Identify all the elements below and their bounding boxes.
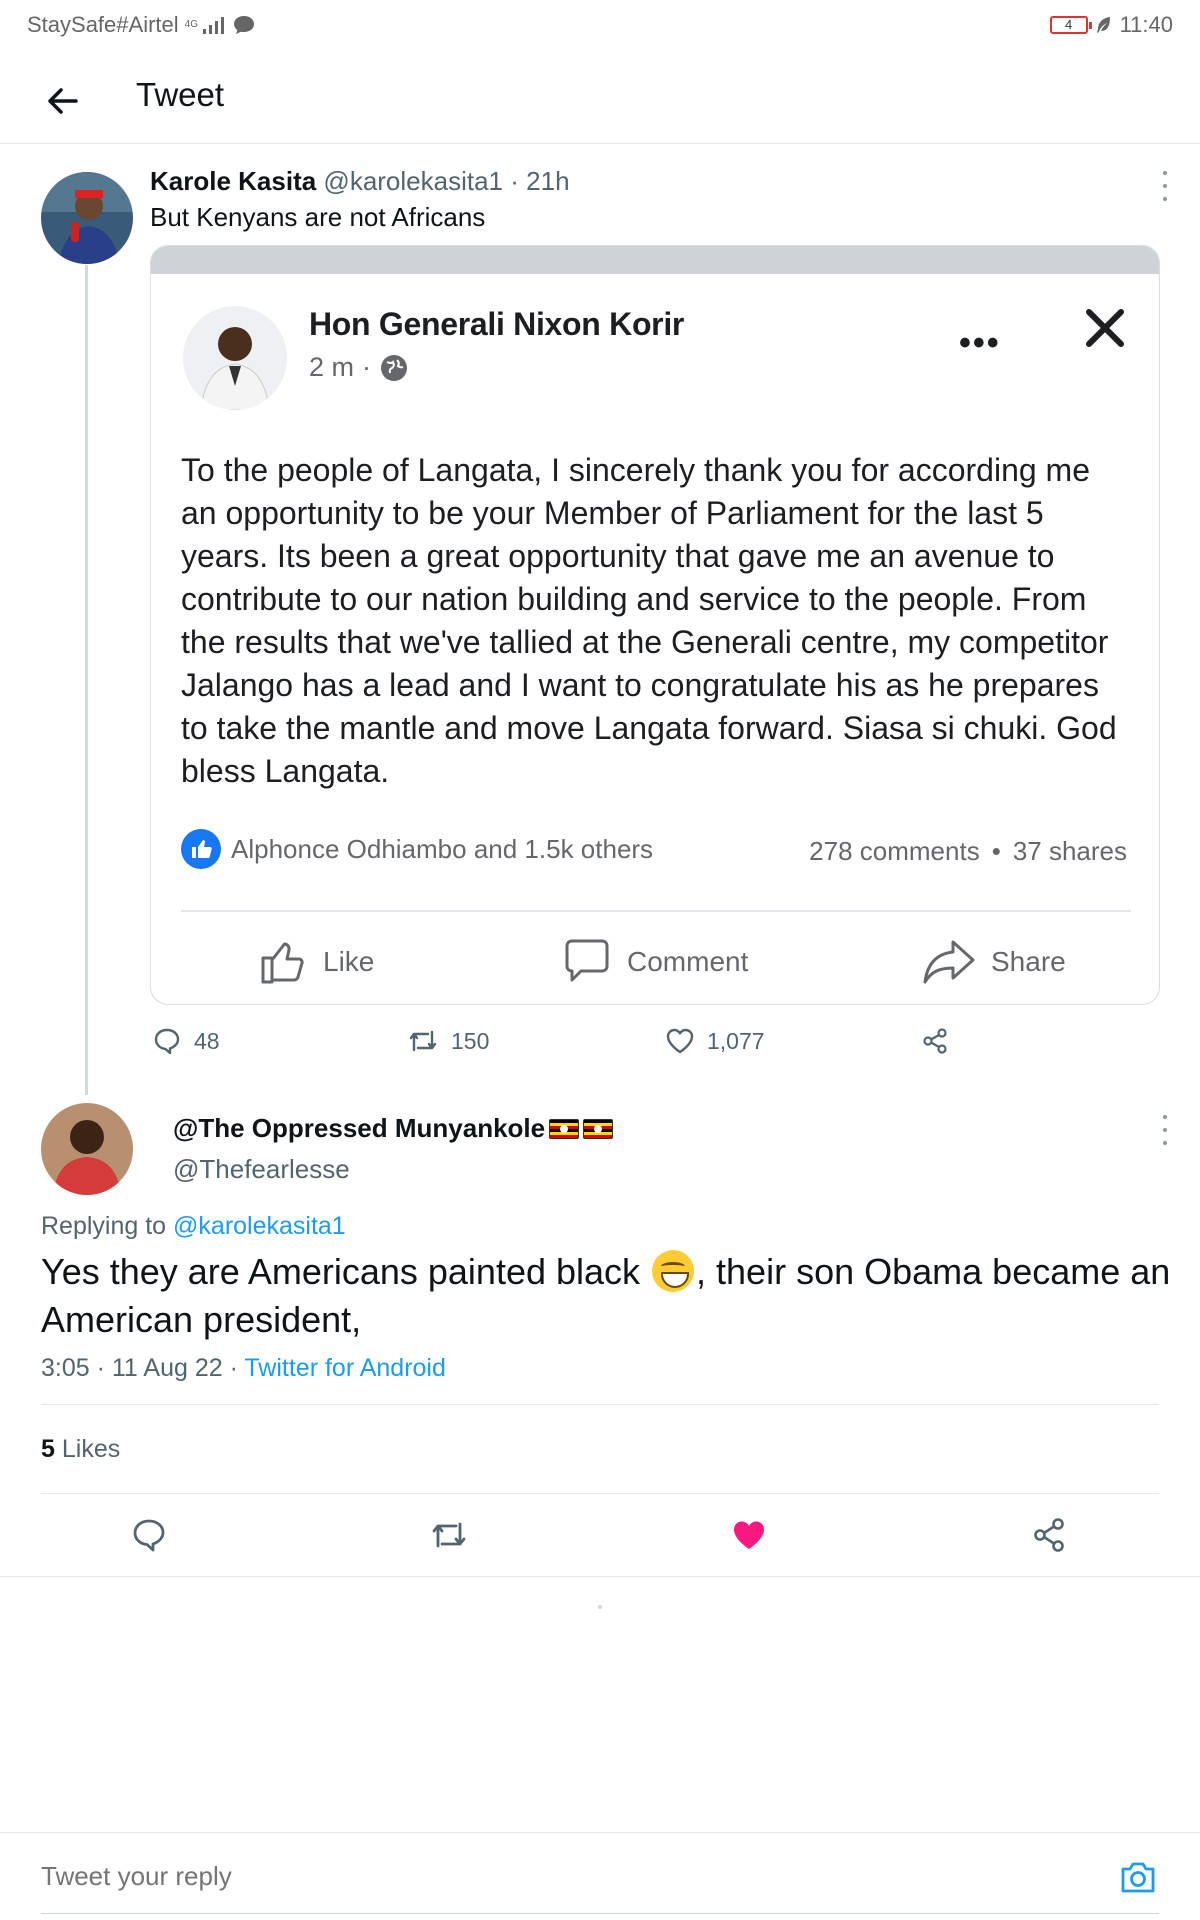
tweet2-source-link[interactable]: Twitter for Android xyxy=(244,1354,445,1382)
page-title: Tweet xyxy=(136,76,225,113)
tweet1-retweet-count: 150 xyxy=(451,1027,490,1054)
share-icon xyxy=(923,1028,947,1054)
tweet1-reply-button[interactable]: 48 xyxy=(152,1026,220,1056)
clock: 11:40 xyxy=(1119,12,1173,37)
replying-to-line: Replying to @karolekasita1 xyxy=(41,1212,346,1241)
tweet1-text: But Kenyans are not Africans xyxy=(150,202,486,232)
fb-comment-action: Comment xyxy=(561,936,748,988)
tweet2-author-handle[interactable]: @Thefearlesse xyxy=(173,1154,350,1185)
message-icon xyxy=(233,16,254,34)
tweet2-timestamp: 3:05 · 11 Aug 22 xyxy=(41,1354,223,1382)
tweet1-like-button[interactable]: 1,077 xyxy=(665,1026,765,1056)
fb-counts: 278 comments • 37 shares xyxy=(809,836,1127,867)
fb-counts-bullet: • xyxy=(991,836,1001,866)
tweet2-likes-label: Likes xyxy=(61,1435,121,1463)
grinning-emoji-icon xyxy=(652,1250,695,1292)
avatar-karole-kasita[interactable] xyxy=(41,172,133,264)
tweet2-author-name-row[interactable]: @The Oppressed Munyankole xyxy=(173,1113,614,1144)
heart-outline-icon xyxy=(666,1028,694,1054)
fb-share-action: Share xyxy=(921,936,1066,988)
tweet2-reply-button[interactable] xyxy=(129,1515,169,1555)
tweet-detail-screen: StaySafe#Airtel 4G 4 11:40 Tweet Karole … xyxy=(0,0,1200,1920)
back-arrow-icon[interactable] xyxy=(40,78,86,124)
tweet1-author-name[interactable]: Karole Kasita xyxy=(150,166,316,196)
divider xyxy=(41,1493,1159,1494)
comment-bubble-icon xyxy=(565,939,609,982)
status-right: 4 11:40 xyxy=(1049,12,1173,38)
status-bar: StaySafe#Airtel 4G 4 11:40 xyxy=(0,0,1200,50)
tweet2-likes-summary[interactable]: 5 Likes xyxy=(41,1435,120,1464)
fb-author-name: Hon Generali Nixon Korir xyxy=(309,306,685,342)
globe-icon xyxy=(381,354,408,381)
battery-level: 4 xyxy=(1064,17,1073,32)
thumbs-up-icon xyxy=(261,942,304,984)
fb-shares-count: 37 shares xyxy=(1012,836,1127,866)
network-type: 4G xyxy=(184,19,198,30)
reply-icon xyxy=(154,1028,180,1055)
tweet2-more-icon[interactable] xyxy=(1159,1115,1171,1145)
app-header: Tweet xyxy=(0,60,1200,144)
carrier-name: StaySafe#Airtel xyxy=(27,12,179,37)
fb-more-icon: ••• xyxy=(959,324,1001,362)
tweet2-author-name: @The Oppressed Munyankole xyxy=(173,1113,546,1143)
reply-composer-bar xyxy=(0,1832,1200,1920)
tweet2-retweet-button[interactable] xyxy=(429,1515,469,1555)
tweet2-likes-count: 5 xyxy=(41,1435,55,1463)
fb-post-text: To the people of Langata, I sincerely th… xyxy=(181,452,1117,789)
tweet1-time: 21h xyxy=(526,166,570,196)
battery-icon: 4 xyxy=(1049,16,1092,34)
reply-input[interactable] xyxy=(41,1861,1041,1892)
avatar-image xyxy=(41,1103,133,1195)
loading-dot xyxy=(598,1605,602,1609)
tweet1-header: Karole Kasita @karolekasita1 · 21h xyxy=(150,166,570,197)
fb-share-label: Share xyxy=(991,946,1066,977)
tweet1-author-handle[interactable]: @karolekasita1 xyxy=(323,166,503,196)
fb-meta-dot: · xyxy=(362,352,372,382)
divider xyxy=(41,1404,1159,1405)
avatar-oppressed-munyankole[interactable] xyxy=(41,1103,133,1195)
tweet1-separator: · xyxy=(510,166,519,196)
fb-post-time: 2 m xyxy=(309,352,355,382)
tweet1-reply-count: 48 xyxy=(194,1027,220,1054)
replying-to-label: Replying to xyxy=(41,1212,167,1240)
tweet1-retweet-button[interactable]: 150 xyxy=(407,1026,489,1056)
tweet2-meta: 3:05 · 11 Aug 22 · Twitter for Android xyxy=(41,1354,446,1383)
tweet2-text: Yes they are Americans painted black , t… xyxy=(41,1248,1171,1344)
uganda-flag-icon xyxy=(583,1118,614,1139)
tweet1-embedded-image[interactable]: Hon Generali Nixon Korir 2 m · ••• To th… xyxy=(150,245,1160,1005)
tweet2-meta-separator: · xyxy=(222,1354,245,1382)
uganda-flag-icon xyxy=(549,1118,580,1139)
tweet2-share-button[interactable] xyxy=(1029,1515,1069,1555)
fb-post-meta: 2 m · xyxy=(309,352,409,383)
tweet1-like-count: 1,077 xyxy=(707,1027,765,1054)
fb-avatar-image xyxy=(183,306,287,410)
fb-profile-avatar xyxy=(183,306,287,410)
fb-reactions-text: Alphonce Odhiambo and 1.5k others xyxy=(231,833,654,864)
share-arrow-icon xyxy=(923,940,975,984)
leaf-icon xyxy=(1096,17,1110,33)
fb-like-label: Like xyxy=(323,946,375,977)
fb-divider xyxy=(181,910,1131,912)
thread-connector xyxy=(85,265,88,1095)
replying-to-handle-link[interactable]: @karolekasita1 xyxy=(173,1212,346,1240)
tweet2-text-part1: Yes they are Americans painted black xyxy=(41,1251,651,1292)
fb-close-icon xyxy=(1086,309,1124,347)
tweet1-share-button[interactable] xyxy=(920,1026,950,1056)
divider xyxy=(0,1576,1200,1577)
fb-comments-count: 278 comments xyxy=(809,836,980,866)
camera-icon[interactable] xyxy=(1118,1857,1158,1897)
fb-like-action: Like xyxy=(257,936,374,988)
avatar-image xyxy=(41,172,133,264)
fb-like-reaction-icon xyxy=(181,829,221,869)
fb-comment-label: Comment xyxy=(627,946,749,977)
tweet2-like-button-liked[interactable] xyxy=(729,1515,769,1555)
reply-input-underline xyxy=(41,1913,1159,1914)
signal-icon xyxy=(202,17,224,34)
fb-reactions: Alphonce Odhiambo and 1.5k others xyxy=(181,829,653,869)
embed-top-strip xyxy=(151,246,1159,274)
tweet1-more-icon[interactable] xyxy=(1159,171,1171,201)
retweet-icon xyxy=(409,1030,437,1052)
status-left: StaySafe#Airtel 4G xyxy=(27,12,256,38)
